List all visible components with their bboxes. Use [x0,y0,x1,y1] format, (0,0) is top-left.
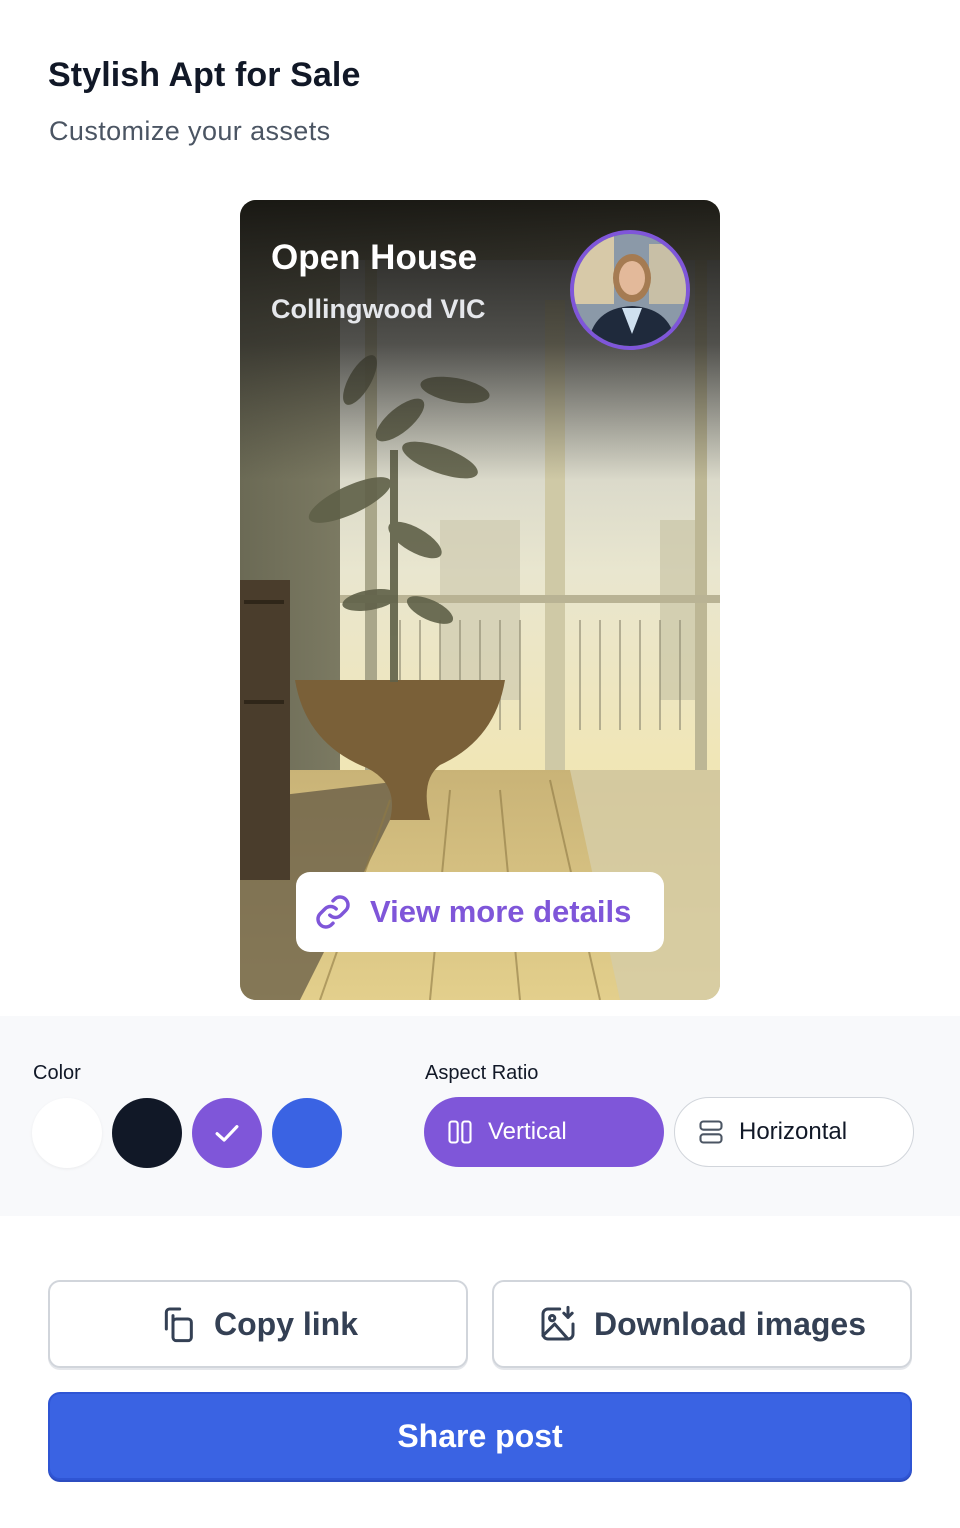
copy-icon [164,1307,193,1343]
color-swatch-black[interactable] [112,1098,182,1168]
share-post-button[interactable]: Share post [48,1392,912,1480]
rows-icon [699,1120,723,1144]
view-details-button[interactable]: View more details [296,872,664,952]
aspect-horizontal-button[interactable]: Horizontal [674,1097,914,1167]
aspect-ratio-label: Aspect Ratio [425,1062,539,1084]
page-title: Stylish Apt for Sale [48,56,361,94]
agent-avatar [570,230,690,350]
view-details-label: View more details [370,894,632,929]
agent-portrait-icon [574,234,686,346]
aspect-vertical-button[interactable]: Vertical [424,1097,664,1167]
download-images-button[interactable]: Download images [492,1280,912,1368]
image-download-icon [541,1305,575,1341]
color-label: Color [33,1062,81,1084]
copy-link-label: Copy link [213,1305,358,1342]
color-swatch-white[interactable] [32,1098,102,1168]
aspect-horizontal-label: Horizontal [739,1118,848,1145]
preview-location: Collingwood VIC [271,294,486,324]
download-images-label: Download images [593,1305,867,1342]
asset-preview: Open House Collingwood VIC View more det… [240,200,720,1000]
aspect-vertical-label: Vertical [488,1118,567,1145]
page-subtitle: Customize your assets [49,116,331,146]
columns-icon [448,1120,472,1144]
copy-link-button[interactable]: Copy link [48,1280,468,1368]
settings-panel: Color Aspect Ratio Vertical Horizontal [0,1016,960,1216]
asset-customizer-card: Stylish Apt for Sale Customize your asse… [0,0,960,1528]
check-icon [215,1125,239,1142]
preview-title: Open House [271,238,478,277]
color-swatch-blue[interactable] [272,1098,342,1168]
link-icon [316,895,350,929]
color-swatch-purple[interactable] [192,1098,262,1168]
